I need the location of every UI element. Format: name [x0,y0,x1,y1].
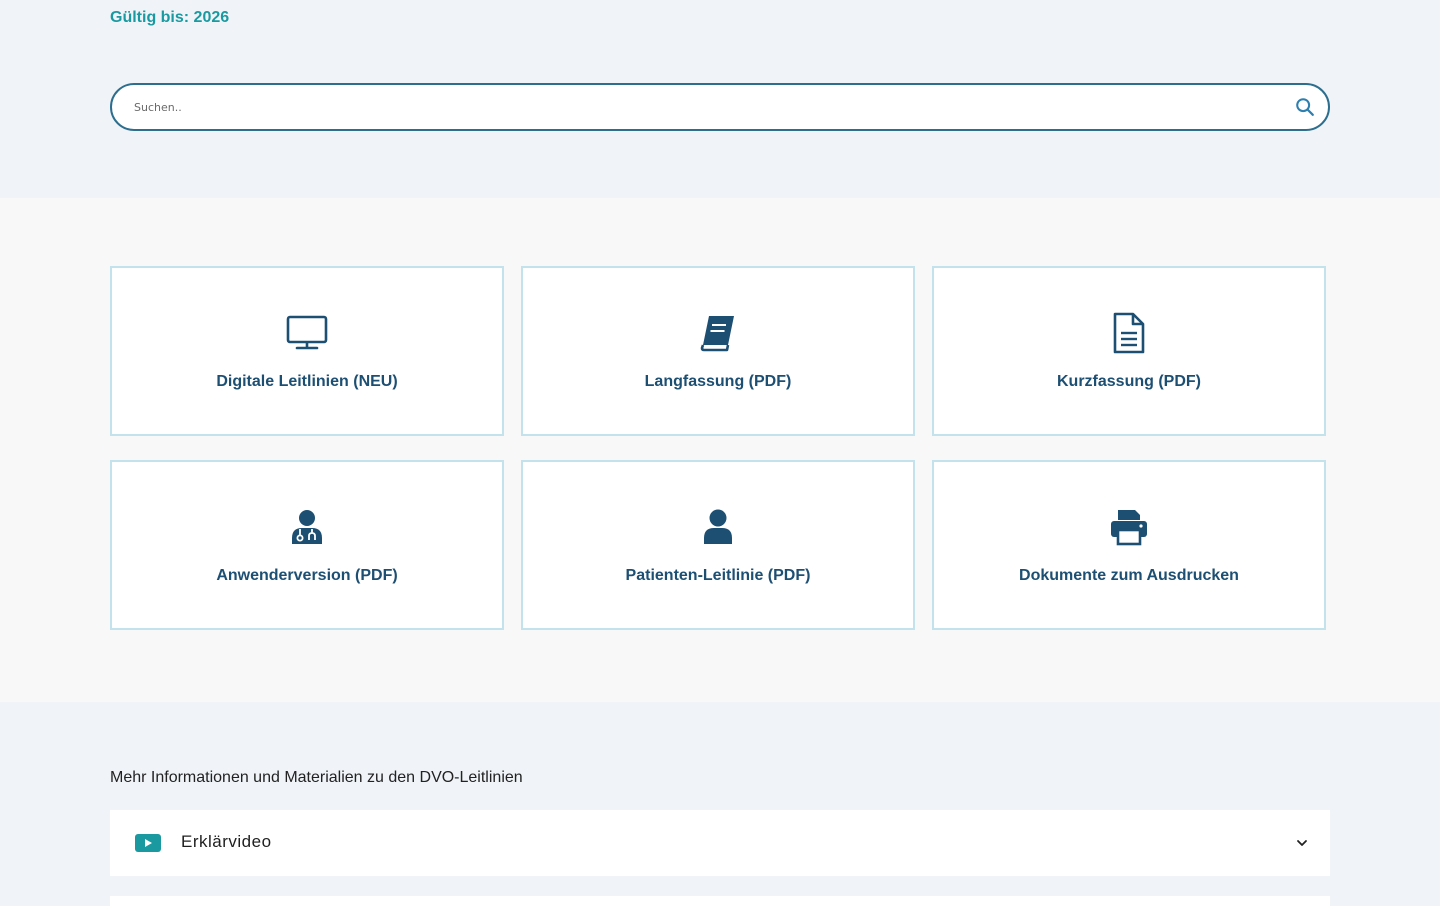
tile-dokumente-ausdrucken[interactable]: Dokumente zum Ausdrucken [932,460,1326,630]
top-section: Gültig bis: 2026 [0,0,1440,198]
accordion-label: Erklärvideo [181,832,272,851]
chevron-down-icon[interactable] [1296,837,1308,849]
youtube-icon [135,834,161,852]
tile-label: Langfassung (PDF) [644,373,792,390]
accordion-next-item[interactable] [110,896,1330,906]
book-icon [696,313,740,353]
search-input[interactable] [134,85,1274,129]
printer-icon [1107,507,1151,547]
doctor-icon [285,507,329,547]
search-bar[interactable] [110,83,1330,131]
tile-langfassung[interactable]: Langfassung (PDF) [521,266,915,436]
user-icon [696,507,740,547]
tile-label: Digitale Leitlinien (NEU) [216,373,398,390]
search-icon[interactable] [1294,96,1316,118]
tile-patienten-leitlinie[interactable]: Patienten-Leitlinie (PDF) [521,460,915,630]
document-icon [1107,312,1151,354]
tile-anwenderversion[interactable]: Anwenderversion (PDF) [110,460,504,630]
monitor-icon [285,313,329,353]
tile-digitale-leitlinien[interactable]: Digitale Leitlinien (NEU) [110,266,504,436]
tile-kurzfassung[interactable]: Kurzfassung (PDF) [932,266,1326,436]
tiles-section: Digitale Leitlinien (NEU) Langfassung (P… [0,198,1440,702]
accordion-erklaervideo[interactable]: Erklärvideo [110,810,1330,876]
info-section: Mehr Informationen und Materialien zu de… [0,702,1440,906]
tile-label: Dokumente zum Ausdrucken [1019,567,1239,584]
tile-label: Anwenderversion (PDF) [216,567,398,584]
valid-until-text: Gültig bis: 2026 [110,9,230,26]
info-heading: Mehr Informationen und Materialien zu de… [110,769,523,786]
tile-label: Patienten-Leitlinie (PDF) [625,567,811,584]
tile-label: Kurzfassung (PDF) [1057,373,1201,390]
